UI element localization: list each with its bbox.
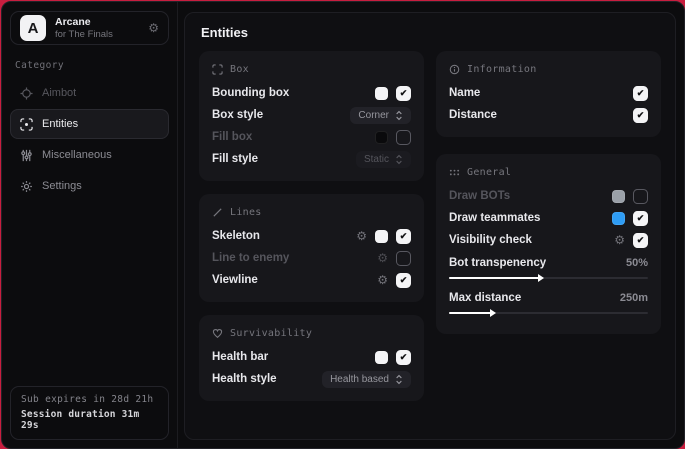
sub-expiry-text: Sub expires in 28d 21h <box>21 394 158 405</box>
gear-icon[interactable]: ⚙ <box>148 22 159 34</box>
sidebar: A Arcane for The Finals ⚙ Category Aimbo… <box>2 2 178 448</box>
box-style-dropdown[interactable]: Corner <box>350 107 411 124</box>
row-visibility-check: Visibility check ⚙ <box>449 229 648 251</box>
box-corners-icon <box>212 64 223 75</box>
page-title: Entities <box>201 25 659 40</box>
row-bounding-box: Bounding box <box>212 82 411 104</box>
heart-icon <box>212 328 223 339</box>
session-info-box: Sub expires in 28d 21h Session duration … <box>10 386 169 440</box>
draw-bots-checkbox[interactable] <box>633 189 648 204</box>
name-checkbox[interactable] <box>633 86 648 101</box>
app-logo: A <box>20 15 46 41</box>
row-max-distance: Max distance 250m <box>449 288 648 308</box>
color-swatch[interactable] <box>375 87 388 100</box>
max-distance-value: 250m <box>620 292 648 304</box>
gear-icon[interactable]: ⚙ <box>377 252 388 264</box>
sidebar-item-label: Miscellaneous <box>42 149 112 161</box>
color-swatch[interactable] <box>375 351 388 364</box>
gear-icon[interactable]: ⚙ <box>356 230 367 242</box>
card-title: Lines <box>230 207 262 218</box>
distance-checkbox[interactable] <box>633 108 648 123</box>
session-duration-text: Session duration 31m 29s <box>21 409 158 431</box>
row-bot-transpenency: Bot transpenency 50% <box>449 253 648 273</box>
max-distance-slider[interactable] <box>449 312 648 314</box>
right-column: Information Name Distance <box>436 51 661 334</box>
card-title: General <box>467 167 511 178</box>
left-column: Box Bounding box Box style Corner <box>199 51 424 401</box>
color-swatch[interactable] <box>375 131 388 144</box>
sidebar-item-entities[interactable]: Entities <box>10 109 169 139</box>
app-window: A Arcane for The Finals ⚙ Category Aimbo… <box>1 1 685 449</box>
bot-transpenency-value: 50% <box>626 257 648 269</box>
chevron-up-down-icon <box>395 110 403 121</box>
gear-icon[interactable]: ⚙ <box>377 274 388 286</box>
slider-fill <box>449 312 491 314</box>
card-title: Survivability <box>230 328 312 339</box>
scan-icon <box>20 118 33 131</box>
viewline-checkbox[interactable] <box>396 273 411 288</box>
sliders-icon <box>20 149 33 162</box>
row-viewline: Viewline ⚙ <box>212 269 411 291</box>
card-lines: Lines Skeleton ⚙ Line to enemy ⚙ <box>199 194 424 302</box>
color-swatch[interactable] <box>375 230 388 243</box>
row-fill-style: Fill style Static <box>212 148 411 170</box>
slider-fill <box>449 277 539 279</box>
line-to-enemy-checkbox[interactable] <box>396 251 411 266</box>
main-panel: Entities Box Bounding box <box>184 12 676 440</box>
row-name: Name <box>449 82 648 104</box>
card-survivability: Survivability Health bar Health style He… <box>199 315 424 401</box>
row-health-bar: Health bar <box>212 346 411 368</box>
row-distance: Distance <box>449 104 648 126</box>
row-draw-teammates: Draw teammates <box>449 207 648 229</box>
app-title: Arcane <box>55 16 113 29</box>
gear-icon <box>20 180 33 193</box>
sidebar-nav: Aimbot Entities Miscella <box>2 78 177 201</box>
row-skeleton: Skeleton ⚙ <box>212 225 411 247</box>
skeleton-checkbox[interactable] <box>396 229 411 244</box>
row-line-to-enemy: Line to enemy ⚙ <box>212 247 411 269</box>
gear-icon[interactable]: ⚙ <box>614 234 625 246</box>
fill-style-dropdown[interactable]: Static <box>356 151 411 168</box>
health-style-dropdown[interactable]: Health based <box>322 371 411 388</box>
dots-grid-icon <box>449 167 460 178</box>
row-box-style: Box style Corner <box>212 104 411 126</box>
health-bar-checkbox[interactable] <box>396 350 411 365</box>
card-information: Information Name Distance <box>436 51 661 137</box>
chevron-up-down-icon <box>395 154 403 165</box>
sidebar-item-miscellaneous[interactable]: Miscellaneous <box>10 140 169 170</box>
visibility-check-checkbox[interactable] <box>633 233 648 248</box>
color-swatch[interactable] <box>612 190 625 203</box>
fill-box-checkbox[interactable] <box>396 130 411 145</box>
row-draw-bots: Draw BOTs <box>449 185 648 207</box>
diagonal-line-icon <box>212 207 223 218</box>
card-general: General Draw BOTs Draw teammates <box>436 154 661 334</box>
bot-transpenency-slider[interactable] <box>449 277 648 279</box>
card-box: Box Bounding box Box style Corner <box>199 51 424 181</box>
category-label: Category <box>15 60 164 71</box>
crosshair-icon <box>20 87 33 100</box>
sidebar-item-settings[interactable]: Settings <box>10 171 169 201</box>
chevron-up-down-icon <box>395 374 403 385</box>
sidebar-item-label: Entities <box>42 118 78 130</box>
bounding-box-checkbox[interactable] <box>396 86 411 101</box>
sidebar-item-aimbot[interactable]: Aimbot <box>10 78 169 108</box>
sidebar-item-label: Aimbot <box>42 87 76 99</box>
card-title: Box <box>230 64 249 75</box>
row-health-style: Health style Health based <box>212 368 411 390</box>
color-swatch[interactable] <box>612 212 625 225</box>
draw-teammates-checkbox[interactable] <box>633 211 648 226</box>
app-subtitle: for The Finals <box>55 29 113 41</box>
card-title: Information <box>467 64 537 75</box>
sidebar-item-label: Settings <box>42 180 82 192</box>
row-fill-box: Fill box <box>212 126 411 148</box>
info-icon <box>449 64 460 75</box>
logo-card: A Arcane for The Finals ⚙ <box>10 11 169 45</box>
